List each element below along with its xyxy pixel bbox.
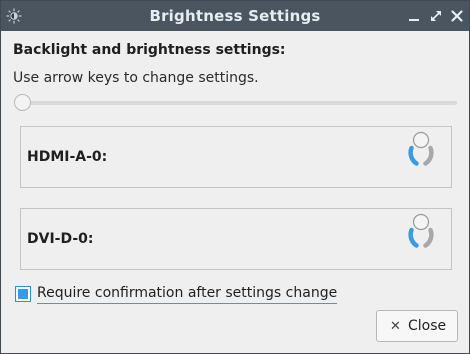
confirmation-checkbox-label[interactable]: Require confirmation after settings chan… [37, 285, 338, 304]
section-heading: Backlight and brightness settings: [13, 42, 286, 58]
dialog-content: Backlight and brightness settings: Use a… [1, 31, 469, 353]
brightness-dial-icon[interactable] [401, 213, 441, 253]
confirmation-checkbox[interactable] [15, 286, 31, 302]
title-bar[interactable]: Brightness Settings [1, 1, 469, 31]
brightness-settings-window: Brightness Settings Backlight and bright… [0, 0, 470, 354]
monitor-group-dvi: DVI-D-0: [20, 208, 452, 270]
close-button-label: Close [408, 318, 447, 334]
close-icon[interactable] [448, 7, 466, 25]
close-x-icon: ✕ [390, 319, 401, 334]
close-button[interactable]: ✕ Close [376, 310, 458, 342]
monitor-label: DVI-D-0: [27, 231, 94, 247]
minimize-icon[interactable] [405, 7, 423, 25]
monitor-group-hdmi: HDMI-A-0: [20, 126, 452, 188]
maximize-icon[interactable] [427, 7, 445, 25]
backlight-slider-track[interactable] [15, 101, 457, 105]
brightness-dial-icon[interactable] [401, 131, 441, 171]
hint-text: Use arrow keys to change settings. [13, 70, 259, 86]
checkbox-checked-mark [18, 289, 28, 299]
monitor-label: HDMI-A-0: [27, 149, 108, 165]
backlight-slider-handle[interactable] [14, 94, 31, 111]
window-title: Brightness Settings [149, 7, 321, 25]
